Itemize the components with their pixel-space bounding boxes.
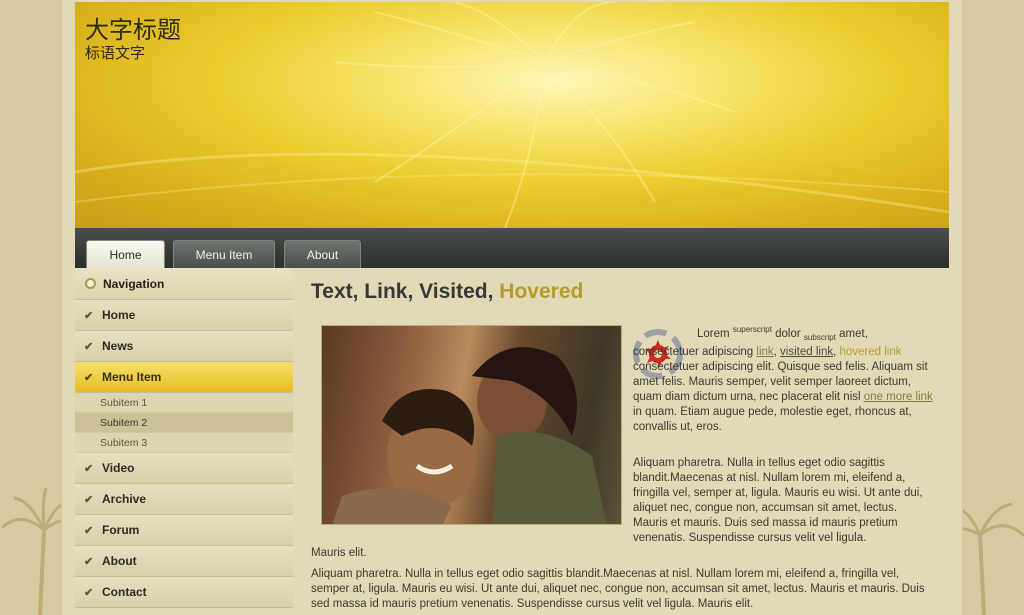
photo-illustration [332, 347, 607, 524]
checkmark-icon: ✔ [84, 309, 94, 322]
sidebar-title: Navigation [75, 268, 293, 300]
sidebar-subitem-2[interactable]: Subitem 2 [75, 413, 293, 433]
post-title: Text, Link, Visited, Hovered [311, 280, 584, 303]
checkmark-icon: ✔ [84, 493, 94, 506]
header-banner: 大字标题 标语文字 [75, 2, 949, 228]
p1-visited-link[interactable]: visited link [780, 346, 833, 358]
sunburst-decoration [75, 2, 949, 228]
title-text: Text [311, 280, 353, 303]
sidebar-item-video[interactable]: ✔ Video [75, 453, 293, 484]
sidebar-item-forum[interactable]: ✔ Forum [75, 515, 293, 546]
sidebar-item-archive[interactable]: ✔ Archive [75, 484, 293, 515]
sidebar-item-label: Archive [102, 492, 147, 506]
top-navigation-bar: Home Menu Item About [75, 228, 949, 268]
sidebar-item-news[interactable]: ✔ News [75, 331, 293, 362]
tab-home[interactable]: Home [86, 240, 165, 268]
checkmark-icon: ✔ [84, 371, 94, 384]
p1-dolor: dolor [775, 327, 801, 340]
family-photo [321, 325, 622, 525]
sidebar-item-label: News [102, 339, 134, 353]
paragraph-3: Mauris elit. [311, 547, 367, 559]
paragraph-4: Aliquam pharetra. Nulla in tellus eget o… [311, 568, 925, 610]
p1-hovered-link[interactable]: hovered link [840, 346, 902, 358]
p1-superscript: superscript [732, 325, 772, 334]
sidebar-item-about[interactable]: ✔ About [75, 546, 293, 577]
sidebar-item-label: Contact [102, 585, 147, 599]
tab-menu-item-label: Menu Item [195, 247, 253, 262]
p1-lorem: Lorem [697, 327, 730, 340]
tab-about[interactable]: About [284, 240, 361, 268]
tab-about-label: About [306, 247, 339, 262]
main-content: Text, Link, Visited, Hovered Lorem super… [311, 280, 936, 610]
tab-home-label: Home [109, 247, 142, 262]
p1-link[interactable]: link [756, 346, 773, 358]
page-sheet: 大字标题 标语文字 Home Menu Item About Navigatio… [62, 0, 962, 615]
title-visited[interactable]: Visited [419, 280, 487, 303]
sidebar-item-menu-item[interactable]: ✔ Menu Item [75, 362, 293, 393]
sidebar-subitem-1[interactable]: Subitem 1 [75, 393, 293, 413]
p1-end: in quam. Etiam augue pede, molestie eget… [633, 406, 912, 434]
site-slogan: 标语文字 [85, 44, 146, 62]
checkmark-icon: ✔ [84, 462, 94, 475]
sidebar-item-label: Video [102, 461, 135, 475]
sidebar-item-home[interactable]: ✔ Home [75, 300, 293, 331]
sidebar-item-label: Home [102, 308, 136, 322]
sidebar-item-label: Menu Item [102, 370, 162, 384]
paragraph-1: Lorem superscript dolor subscript amet, … [633, 325, 933, 434]
checkmark-icon: ✔ [84, 524, 94, 537]
sidebar-subitem-3[interactable]: Subitem 3 [75, 433, 293, 453]
sidebar-title-label: Navigation [103, 276, 165, 291]
tab-menu-item[interactable]: Menu Item [173, 240, 275, 268]
checkmark-icon: ✔ [84, 555, 94, 568]
sidebar-item-contact[interactable]: ✔ Contact [75, 577, 293, 608]
checkmark-icon: ✔ [84, 340, 94, 353]
title-link[interactable]: Link [364, 280, 407, 303]
sidebar: Navigation ✔ Home ✔ News ✔ Menu Item Sub… [75, 268, 293, 608]
paragraph-2: Aliquam pharetra. Nulla in tellus eget o… [633, 457, 923, 544]
title-hovered[interactable]: Hovered [499, 280, 583, 303]
circle-icon [85, 278, 96, 289]
p1-more-link[interactable]: one more link [864, 391, 933, 403]
checkmark-icon: ✔ [84, 586, 94, 599]
p1-subscript: subscript [803, 333, 836, 343]
site-title: 大字标题 [85, 16, 181, 44]
sidebar-item-label: Forum [102, 523, 140, 537]
sidebar-item-label: About [102, 554, 137, 568]
